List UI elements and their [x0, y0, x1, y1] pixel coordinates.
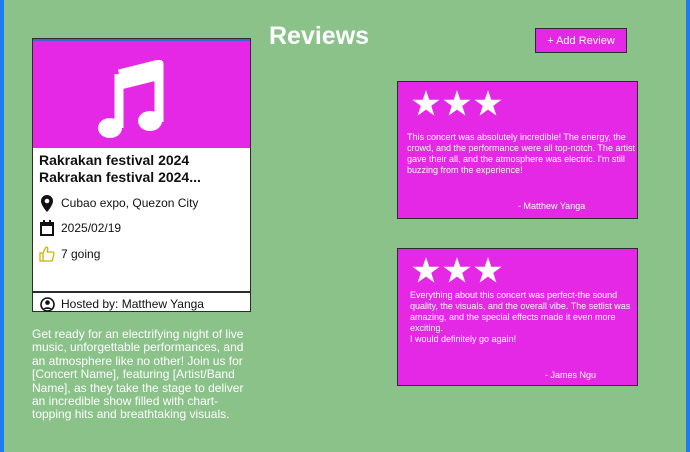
- add-review-button[interactable]: + Add Review: [535, 28, 627, 53]
- event-host: Hosted by: Matthew Yanga: [39, 295, 204, 313]
- calendar-icon: [39, 219, 55, 237]
- event-location: Cubao expo, Quezon City: [39, 194, 198, 212]
- card-divider: [33, 291, 250, 293]
- thumbs-up-icon[interactable]: [39, 245, 55, 263]
- review-card: Everything about this concert was perfec…: [397, 248, 638, 386]
- star-icon: [443, 90, 471, 116]
- star-icon: [474, 257, 502, 283]
- event-title-line-2: Rakrakan festival 2024...: [39, 169, 201, 185]
- review-card: This concert was absolutely incredible! …: [397, 81, 638, 219]
- reviews-heading: Reviews: [269, 22, 370, 50]
- window-border-right: [686, 0, 690, 452]
- window-border-left: [0, 0, 4, 452]
- event-description: Get ready for an electrifying night of l…: [32, 327, 244, 422]
- star-icon: [474, 90, 502, 116]
- event-location-text: Cubao expo, Quezon City: [61, 196, 199, 210]
- star-icon: [412, 257, 440, 283]
- event-date-text: 2025/02/19: [61, 221, 122, 235]
- user-circle-icon: [39, 295, 55, 313]
- music-note-icon: [98, 60, 164, 138]
- event-going-text: 7 going: [61, 247, 101, 261]
- star-icon: [412, 90, 440, 116]
- event-card[interactable]: Rakrakan festival 2024 Rakrakan festival…: [32, 38, 251, 312]
- rating-stars: [412, 90, 502, 117]
- location-pin-icon: [39, 194, 55, 212]
- event-date: 2025/02/19: [39, 219, 121, 237]
- review-text: Everything about this concert was perfec…: [410, 290, 631, 344]
- event-banner: [33, 39, 250, 148]
- rating-stars: [412, 257, 502, 284]
- event-going[interactable]: 7 going: [39, 245, 100, 263]
- event-host-text: Hosted by: Matthew Yanga: [61, 297, 204, 311]
- star-icon: [443, 257, 471, 283]
- review-text: This concert was absolutely incredible! …: [407, 132, 635, 175]
- event-title-line-1: Rakrakan festival 2024: [39, 152, 190, 168]
- event-title: Rakrakan festival 2024 Rakrakan festival…: [39, 152, 249, 186]
- review-author: - James Ngu: [545, 370, 597, 380]
- review-author: - Matthew Yanga: [518, 201, 586, 211]
